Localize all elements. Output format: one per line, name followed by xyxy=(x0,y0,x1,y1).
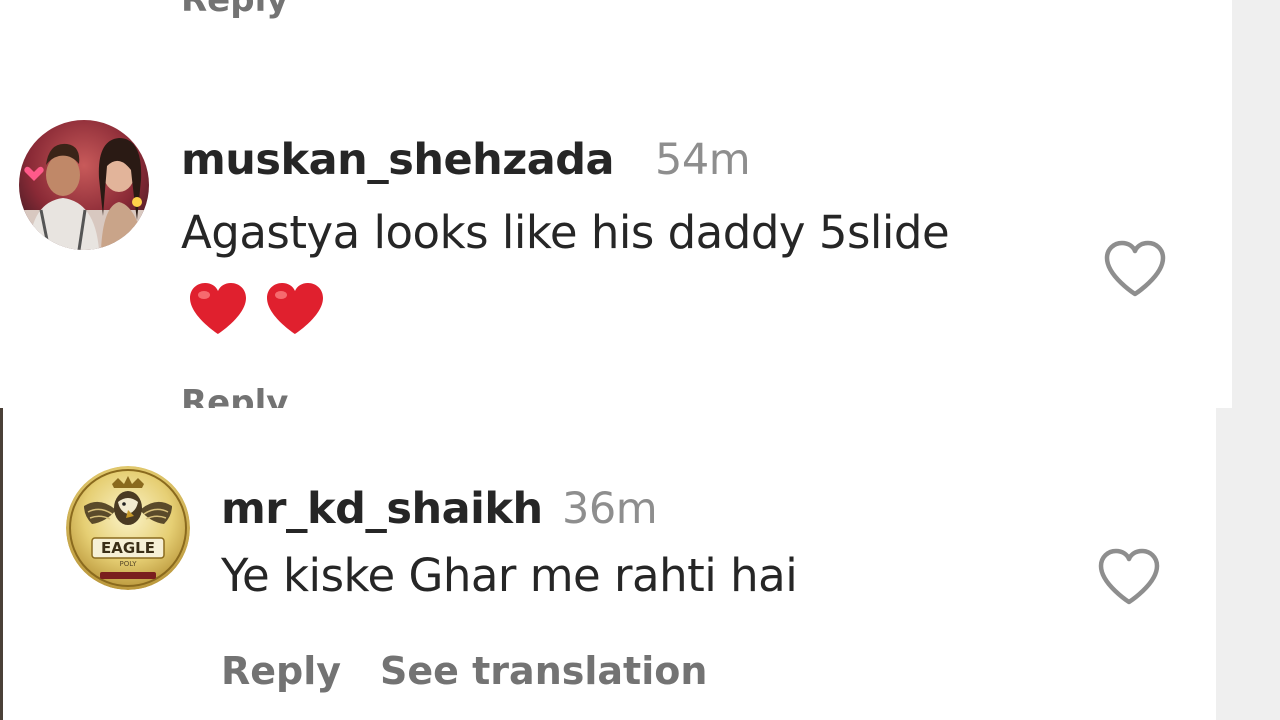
comment-text: Agastya looks like his daddy 5slide xyxy=(181,206,950,259)
username[interactable]: mr_kd_shaikh xyxy=(221,483,543,535)
red-heart-emoji-icon xyxy=(265,282,325,340)
reply-button[interactable]: Reply xyxy=(181,0,288,20)
like-heart-icon[interactable] xyxy=(1097,548,1161,610)
see-translation-button[interactable]: See translation xyxy=(380,648,707,694)
comments-panel-bottom: EAGLE POLY mr_kd_shaikh 36m Ye kiske Gha… xyxy=(0,408,1216,720)
comment-text: Ye kiske Ghar me rahti hai xyxy=(221,549,798,602)
red-heart-emoji-icon xyxy=(188,282,248,340)
couple-photo-avatar-icon xyxy=(19,120,149,250)
comment-time: 54m xyxy=(655,135,751,185)
reply-button[interactable]: Reply xyxy=(181,383,288,408)
svg-text:EAGLE: EAGLE xyxy=(101,539,155,557)
user-avatar[interactable] xyxy=(19,120,149,250)
eagle-logo-avatar-icon: EAGLE POLY xyxy=(66,466,190,590)
like-heart-icon[interactable] xyxy=(1103,240,1167,302)
comment-time: 36m xyxy=(562,484,658,534)
comments-panel-top: Reply muskan_shehzada 54m Agastya looks … xyxy=(0,0,1232,408)
reply-button[interactable]: Reply xyxy=(221,648,341,694)
svg-text:POLY: POLY xyxy=(120,560,138,568)
user-avatar[interactable]: EAGLE POLY xyxy=(66,466,190,590)
username[interactable]: muskan_shehzada xyxy=(181,134,615,186)
